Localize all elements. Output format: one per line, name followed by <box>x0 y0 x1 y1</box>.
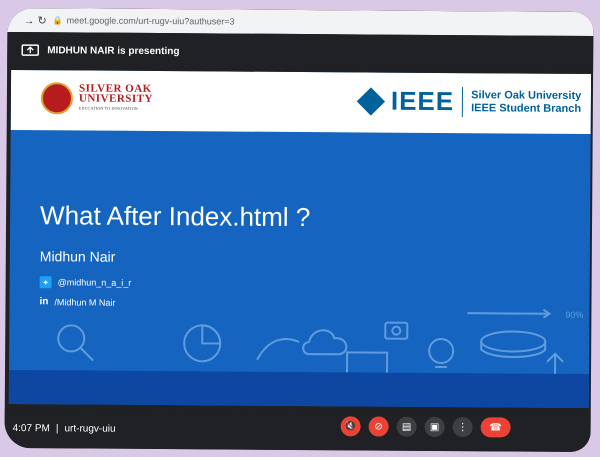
presentation-icon <box>21 44 40 56</box>
sou-line2: UNIVERSITY <box>78 92 154 105</box>
presenting-banner: MIDHUN NAIR is presenting <box>7 31 594 73</box>
meet-control-bar: 4:07 PM | urt-rugv-uiu 🔇 ⊘ ▤ ▣ ⋮ ☎ <box>4 407 591 453</box>
presenter-name: Midhun Nair <box>39 248 116 265</box>
captions-icon[interactable]: ▤ <box>396 416 417 437</box>
presenting-text: MIDHUN NAIR is presenting <box>47 44 180 57</box>
lightbulb-icon <box>428 337 455 364</box>
ieee-divider <box>462 86 464 117</box>
sou-tagline: EDUCATION TO INNOVATION <box>78 105 138 111</box>
university-seal-icon <box>40 82 74 115</box>
slide-header: SILVER OAK UNIVERSITY EDUCATION TO INNOV… <box>10 69 592 135</box>
mic-off-icon[interactable]: 🔇 <box>340 416 361 437</box>
ieee-wordmark: IEEE <box>390 85 455 117</box>
ieee-branch-line2: IEEE Student Branch <box>471 101 582 115</box>
url-text[interactable]: meet.google.com/urt-rugv-uiu?authuser=3 <box>67 15 235 26</box>
camera-off-icon[interactable]: ⊘ <box>368 416 389 437</box>
camera-icon <box>384 321 409 340</box>
reload-icon[interactable]: → ↻ <box>23 14 46 27</box>
ieee-diamond-icon <box>356 86 386 116</box>
deco-percent: 90% <box>565 310 583 320</box>
rocket-trail-icon <box>256 338 300 361</box>
meeting-code: urt-rugv-uiu <box>64 422 116 435</box>
ieee-logo: IEEE Silver Oak University IEEE Student … <box>356 85 582 118</box>
slide-bottom-band <box>8 369 590 409</box>
cloud-icon <box>302 329 348 356</box>
end-call-icon[interactable]: ☎ <box>480 417 511 438</box>
presentation-slide: SILVER OAK UNIVERSITY EDUCATION TO INNOV… <box>8 69 592 409</box>
slide-title: What After Index.html ? <box>39 200 311 233</box>
lock-icon: 🔒 <box>52 15 63 25</box>
ieee-branch-line1: Silver Oak University <box>471 88 582 102</box>
clock-time: 4:07 PM <box>12 422 50 434</box>
tech-illustration: 90% <box>57 308 583 384</box>
arrow-icon <box>467 312 550 315</box>
separator: | <box>55 422 59 434</box>
more-options-icon[interactable]: ⋮ <box>452 417 473 438</box>
call-controls: 🔇 ⊘ ▤ ▣ ⋮ ☎ <box>340 416 519 438</box>
disk-chart-icon <box>480 330 547 353</box>
screen-frame: → ↻ 🔒 meet.google.com/urt-rugv-uiu?authu… <box>4 7 594 453</box>
present-screen-icon[interactable]: ▣ <box>424 416 445 438</box>
silver-oak-logo: SILVER OAK UNIVERSITY EDUCATION TO INNOV… <box>40 82 154 115</box>
